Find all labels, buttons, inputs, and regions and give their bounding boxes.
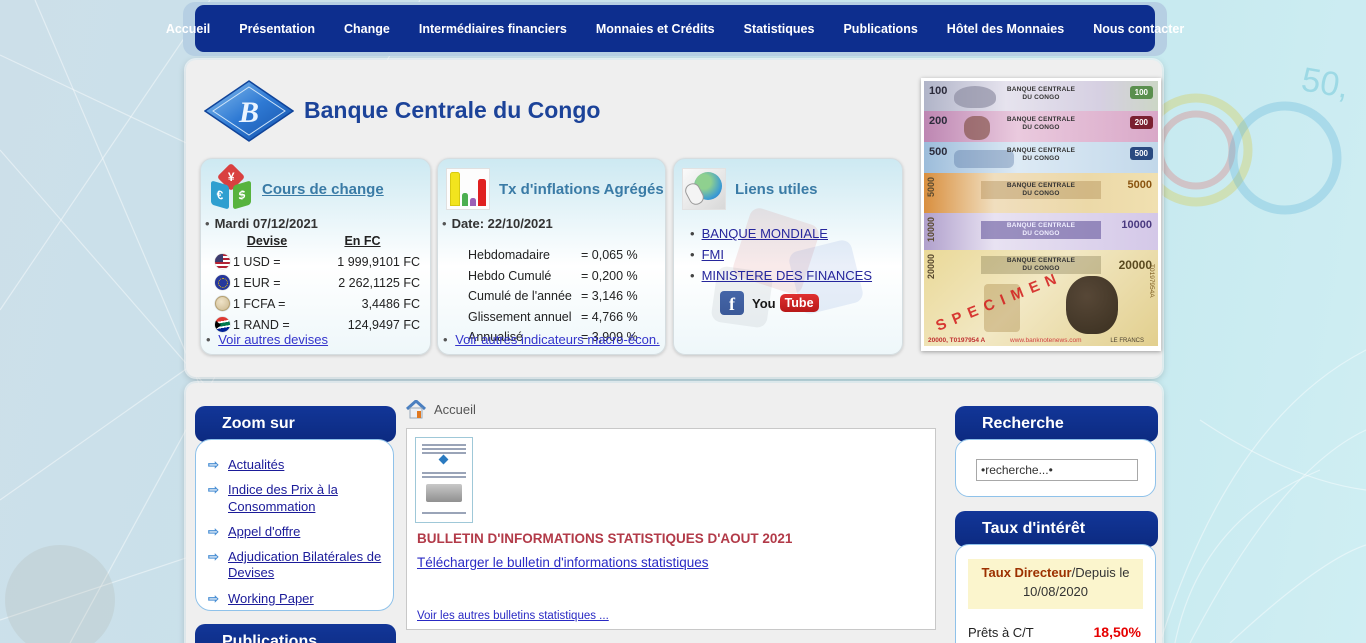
ministere-finances-link[interactable]: MINISTERE DES FINANCES — [702, 268, 872, 283]
search-panel — [955, 439, 1156, 497]
exchange-title-link[interactable]: Cours de change — [262, 181, 384, 198]
rate-row: Prêts à C/T 18,50% — [968, 624, 1141, 640]
banknote-200: 200 BANQUE CENTRALEDU CONGO 200 — [924, 111, 1158, 142]
globe-mouse-icon — [682, 168, 726, 210]
youtube-icon[interactable]: You — [752, 296, 776, 311]
exchange-row-usd: 1 USD = 1 999,9101 FC — [215, 251, 424, 272]
banknote-100: 100 BANQUE CENTRALEDU CONGO 100 — [924, 81, 1158, 111]
banknote-10000: 10000 BANQUE CENTRALEDU CONGO 10000 — [924, 213, 1158, 250]
exchange-panel: ¥ € $ Cours de change Mardi 07/12/2021 D… — [200, 158, 431, 355]
search-input[interactable] — [976, 459, 1138, 481]
nav-frame: Accueil Présentation Change Intermédiair… — [183, 2, 1167, 56]
svg-text:50,: 50, — [1299, 60, 1352, 106]
nav-item-publications[interactable]: Publications — [843, 22, 917, 36]
banknote-500: 500 BANQUE CENTRALEDU CONGO 500 — [924, 142, 1158, 173]
page: 50, Accueil Présentation Change Interméd… — [0, 0, 1366, 643]
link-indice-prix[interactable]: Indice des Prix à la Consommation — [228, 482, 387, 515]
bulletin-content-box: BULLETIN D'INFORMATIONS STATISTIQUES D'A… — [406, 428, 936, 630]
header-container: B Banque Centrale du Congo ¥ € $ Cours d… — [186, 60, 1162, 377]
breadcrumb: Accueil — [406, 400, 476, 419]
useful-links-panel: Liens utiles BANQUE MONDIALE FMI MINISTE… — [673, 158, 903, 355]
other-bulletins-link[interactable]: Voir les autres bulletins statistiques .… — [417, 610, 609, 622]
bulletin-title: BULLETIN D'INFORMATIONS STATISTIQUES D'A… — [417, 531, 792, 546]
banknote-5000: 5000 BANQUE CENTRALEDU CONGO 5000 — [924, 173, 1158, 213]
taux-directeur-label: Taux Directeur — [982, 565, 1072, 580]
watermark-text: www.banknotenews.com — [1010, 337, 1082, 344]
bulletin-cover-thumbnail[interactable] — [415, 437, 473, 523]
nav-item-change[interactable]: Change — [344, 22, 390, 36]
exchange-more: Voir autres devises — [206, 332, 328, 347]
svg-text:B: B — [238, 96, 259, 129]
eu-flag-icon — [215, 275, 230, 290]
nav-item-presentation[interactable]: Présentation — [239, 22, 315, 36]
inflation-title: Tx d'inflations Agrégés — [499, 181, 664, 198]
south-africa-flag-icon — [215, 317, 230, 332]
rate-label: Prêts à C/T — [968, 625, 1034, 640]
arrow-right-icon — [208, 591, 222, 607]
banknote-20000-specimen: 20000 BANQUE CENTRALEDU CONGO 20000 T019… — [924, 250, 1158, 346]
content-container: Zoom sur Actualités Indice des Prix à la… — [186, 383, 1162, 643]
fmi-link[interactable]: FMI — [702, 247, 724, 262]
inflation-more: Voir autres indicateurs macro-écon. — [443, 332, 660, 347]
site-title: Banque Centrale du Congo — [304, 97, 600, 124]
nav-item-accueil[interactable]: Accueil — [166, 22, 210, 36]
fcfa-coin-icon — [215, 296, 230, 311]
arrow-right-icon — [208, 482, 222, 515]
arrow-right-icon — [208, 524, 222, 540]
voir-autres-devises-link[interactable]: Voir autres devises — [218, 332, 328, 347]
taux-directeur-date: 10/08/2020 — [1023, 584, 1088, 599]
zoom-sur-panel: Actualités Indice des Prix à la Consomma… — [195, 439, 394, 611]
link-adjudication[interactable]: Adjudication Bilatérales de Devises — [228, 549, 387, 582]
banque-mondiale-link[interactable]: BANQUE MONDIALE — [702, 226, 828, 241]
voir-indicateurs-link[interactable]: Voir autres indicateurs macro-écon. — [455, 332, 659, 347]
exchange-row-eur: 1 EUR = 2 262,1125 FC — [215, 272, 424, 293]
column-devise: Devise — [233, 234, 301, 248]
taux-directeur-highlight: Taux Directeur/Depuis le 10/08/2020 — [968, 559, 1143, 609]
arrow-right-icon — [208, 549, 222, 582]
facebook-icon[interactable]: f — [720, 291, 744, 315]
le-francs-text: LE FRANCS — [1110, 338, 1144, 344]
useful-links-title: Liens utiles — [735, 181, 818, 198]
arrow-right-icon — [208, 457, 222, 473]
publications-header: Publications — [195, 624, 396, 643]
link-actualites[interactable]: Actualités — [228, 457, 284, 473]
serial-number-bottom: 20000, T0197954 A — [928, 337, 985, 344]
search-header: Recherche — [955, 406, 1158, 442]
download-bulletin-link[interactable]: Télécharger le bulletin d'informations s… — [417, 555, 708, 570]
link-working-paper[interactable]: Working Paper — [228, 591, 314, 607]
interest-panel: Taux Directeur/Depuis le 10/08/2020 Prêt… — [955, 544, 1156, 643]
banknotes-image: 100 BANQUE CENTRALEDU CONGO 100 200 BANQ… — [921, 78, 1161, 351]
bar-chart-icon — [446, 168, 490, 210]
link-appel-offre[interactable]: Appel d'offre — [228, 524, 300, 540]
column-en-fc: En FC — [301, 234, 424, 248]
breadcrumb-home[interactable]: Accueil — [434, 402, 476, 417]
nav-item-intermediaires[interactable]: Intermédiaires financiers — [419, 22, 567, 36]
youtube-icon[interactable]: Tube — [780, 294, 819, 312]
nav-item-contact[interactable]: Nous contacter — [1093, 22, 1184, 36]
home-icon[interactable] — [406, 400, 426, 419]
nav-item-hotel-monnaies[interactable]: Hôtel des Monnaies — [947, 22, 1064, 36]
inflation-date: Date: 22/10/2021 — [442, 216, 665, 231]
nav-item-statistiques[interactable]: Statistiques — [744, 22, 815, 36]
bcc-diamond-logo[interactable]: B — [204, 80, 294, 142]
mask-motif — [1066, 276, 1118, 334]
rate-value: 18,50% — [1094, 624, 1141, 640]
currency-cube-icon: ¥ € $ — [209, 168, 253, 210]
nav-item-monnaies[interactable]: Monnaies et Crédits — [596, 22, 715, 36]
us-flag-icon — [215, 254, 230, 269]
zoom-sur-header: Zoom sur — [195, 406, 396, 442]
interest-header: Taux d'intérêt — [955, 511, 1158, 547]
serial-number: T0197954A — [1148, 264, 1155, 298]
inflation-panel: Tx d'inflations Agrégés Date: 22/10/2021… — [437, 158, 666, 355]
main-navbar: Accueil Présentation Change Intermédiair… — [195, 5, 1155, 52]
exchange-row-fcfa: 1 FCFA = 3,4486 FC — [215, 293, 424, 314]
exchange-date: Mardi 07/12/2021 — [205, 216, 430, 231]
exchange-table: Devise En FC 1 USD = 1 999,9101 FC 1 EUR… — [215, 234, 424, 335]
